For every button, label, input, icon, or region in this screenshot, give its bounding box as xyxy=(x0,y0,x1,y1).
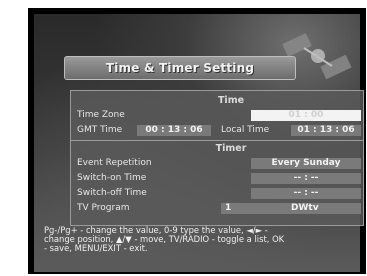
divider xyxy=(71,140,363,141)
event-repetition-label: Event Repetition xyxy=(77,158,152,168)
settings-panel: Time Time Zone 01 : 00 GMT Time 00 : 13 … xyxy=(70,90,364,226)
row-event-repetition[interactable]: Event Repetition Every Sunday xyxy=(71,157,363,170)
switch-on-time-label: Switch-on Time xyxy=(77,173,147,183)
help-text: Pg-/Pg+ - change the value, 0-9 type the… xyxy=(44,225,285,254)
row-time-zone[interactable]: Time Zone 01 : 00 xyxy=(71,109,363,122)
event-repetition-field[interactable]: Every Sunday xyxy=(251,158,361,169)
time-zone-label: Time Zone xyxy=(77,110,125,120)
row-gmt-local-time: GMT Time 00 : 13 : 06 Local Time 01 : 13… xyxy=(71,124,363,137)
row-tv-program[interactable]: TV Program 1 DWtv xyxy=(71,202,363,215)
switch-off-time-field[interactable]: -- : -- xyxy=(251,188,361,199)
tv-program-name: DWtv xyxy=(291,203,319,213)
tv-program-field[interactable]: 1 DWtv xyxy=(221,203,361,214)
section-timer-header: Timer xyxy=(215,143,247,154)
title-bar: Time & Timer Setting xyxy=(64,56,296,80)
switch-off-time-label: Switch-off Time xyxy=(77,188,147,198)
background: Time & Timer Setting Time Time Zone 01 :… xyxy=(34,14,364,272)
window-title: Time & Timer Setting xyxy=(105,61,255,75)
time-zone-field[interactable]: 01 : 00 xyxy=(251,110,361,121)
section-time-header: Time xyxy=(217,95,245,106)
tv-program-number: 1 xyxy=(225,203,232,213)
local-time-label: Local Time xyxy=(221,125,270,135)
tv-screen: Time & Timer Setting Time Time Zone 01 :… xyxy=(28,8,366,274)
row-switch-on-time[interactable]: Switch-on Time -- : -- xyxy=(71,172,363,185)
row-switch-off-time[interactable]: Switch-off Time -- : -- xyxy=(71,187,363,200)
local-time-field[interactable]: 01 : 13 : 06 xyxy=(291,125,361,136)
tv-program-label: TV Program xyxy=(77,203,130,213)
gmt-time-label: GMT Time xyxy=(77,125,123,135)
switch-on-time-field[interactable]: -- : -- xyxy=(251,173,361,184)
gmt-time-field[interactable]: 00 : 13 : 06 xyxy=(137,125,211,136)
